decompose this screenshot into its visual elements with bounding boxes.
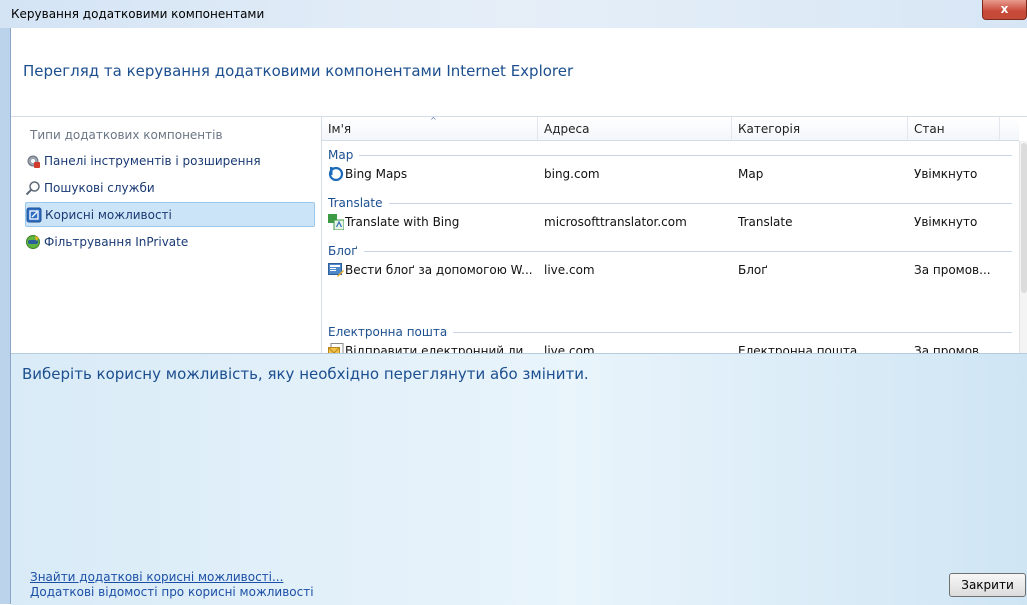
addons-list[interactable]: ^ Ім'я Адреса Категорія Стан Map Bing Ma… xyxy=(322,117,1027,359)
dialog-client: Перегляд та керування додатковими компон… xyxy=(10,28,1027,605)
group-label: Блоґ xyxy=(328,244,358,258)
addon-type-label: Корисні можливості xyxy=(45,207,172,222)
blog-icon xyxy=(328,262,344,281)
column-header-address[interactable]: Адреса xyxy=(538,117,732,141)
close-button[interactable]: Закрити xyxy=(949,573,1026,597)
addon-name: Вести блоґ за допомогою W... xyxy=(345,263,533,277)
group-label: Translate xyxy=(328,196,383,210)
bing-icon xyxy=(328,167,344,184)
column-header-category[interactable]: Категорія xyxy=(732,117,908,141)
addon-status: За промов... xyxy=(914,263,991,277)
addon-address: live.com xyxy=(544,263,595,277)
addon-status: Увімкнуто xyxy=(914,167,978,181)
addon-address: microsofttranslator.com xyxy=(544,215,687,229)
sort-ascending-icon: ^ xyxy=(430,116,437,125)
search-icon xyxy=(25,180,41,196)
gear-icon xyxy=(25,153,41,169)
column-header-label: Ім'я xyxy=(328,122,352,136)
table-row[interactable]: Вести блоґ за допомогою W... live.com Бл… xyxy=(322,259,1012,281)
addon-type-toolbars[interactable]: Панелі інструментів і розширення xyxy=(25,148,315,173)
group-header[interactable]: Блоґ xyxy=(322,243,1012,259)
find-more-link[interactable]: Знайти додаткові корисні можливості... xyxy=(30,570,283,584)
addon-type-inprivate[interactable]: Фільтрування InPrivate xyxy=(25,229,315,254)
learn-more-link[interactable]: Додаткові відомості про корисні можливос… xyxy=(30,585,314,599)
column-header-label: Стан xyxy=(914,122,945,136)
column-header-status[interactable]: Стан xyxy=(908,117,1000,141)
inprivate-icon xyxy=(25,234,41,250)
addon-name: Translate with Bing xyxy=(345,215,460,229)
window-title: Керування додатковими компонентами xyxy=(11,7,265,21)
group-label: Електронна пошта xyxy=(328,325,448,339)
table-row[interactable]: Bing Maps bing.com Map Увімкнуто xyxy=(322,163,1012,185)
addon-type-label: Панелі інструментів і розширення xyxy=(44,153,261,168)
addon-status: Увімкнуто xyxy=(914,215,978,229)
group-header[interactable]: Translate xyxy=(322,195,1012,211)
addon-type-label: Пошукові служби xyxy=(44,180,155,195)
group-header[interactable]: Електронна пошта xyxy=(322,324,1012,340)
column-header-label: Категорія xyxy=(738,122,801,136)
title-bar: Керування додатковими компонентами x xyxy=(0,0,1027,28)
addon-name: Bing Maps xyxy=(345,167,408,181)
window-close-button[interactable]: x xyxy=(982,0,1027,20)
addon-address: bing.com xyxy=(544,167,600,181)
dialog-header: Перегляд та керування додатковими компон… xyxy=(11,28,1027,117)
group-label: Map xyxy=(328,148,354,162)
addon-type-accelerators[interactable]: Корисні можливості xyxy=(25,202,315,227)
column-header-label: Адреса xyxy=(544,122,590,136)
addon-types-heading: Типи додаткових компонентів xyxy=(30,128,223,142)
group-header[interactable]: Map xyxy=(322,147,1012,163)
column-header-filler xyxy=(1000,117,1019,141)
list-scrollbar[interactable] xyxy=(1019,141,1027,353)
details-prompt: Виберіть корисну можливість, яку необхід… xyxy=(22,365,589,383)
scrollbar-thumb[interactable] xyxy=(1021,143,1027,293)
accelerator-icon xyxy=(26,207,42,223)
addon-category: Map xyxy=(738,167,764,181)
window: Керування додатковими компонентами x Пер… xyxy=(0,0,1027,605)
addon-category: Translate xyxy=(738,215,793,229)
addon-type-search[interactable]: Пошукові служби xyxy=(25,175,315,200)
addon-category: Блоґ xyxy=(738,263,768,277)
table-row[interactable]: Translate with Bing microsofttranslator.… xyxy=(322,211,1012,233)
column-header-name[interactable]: ^ Ім'я xyxy=(322,117,538,141)
page-title: Перегляд та керування додатковими компон… xyxy=(23,62,574,80)
addon-type-label: Фільтрування InPrivate xyxy=(44,234,189,249)
translate-icon xyxy=(328,214,344,233)
details-pane: Виберіть корисну можливість, яку необхід… xyxy=(11,353,1027,605)
